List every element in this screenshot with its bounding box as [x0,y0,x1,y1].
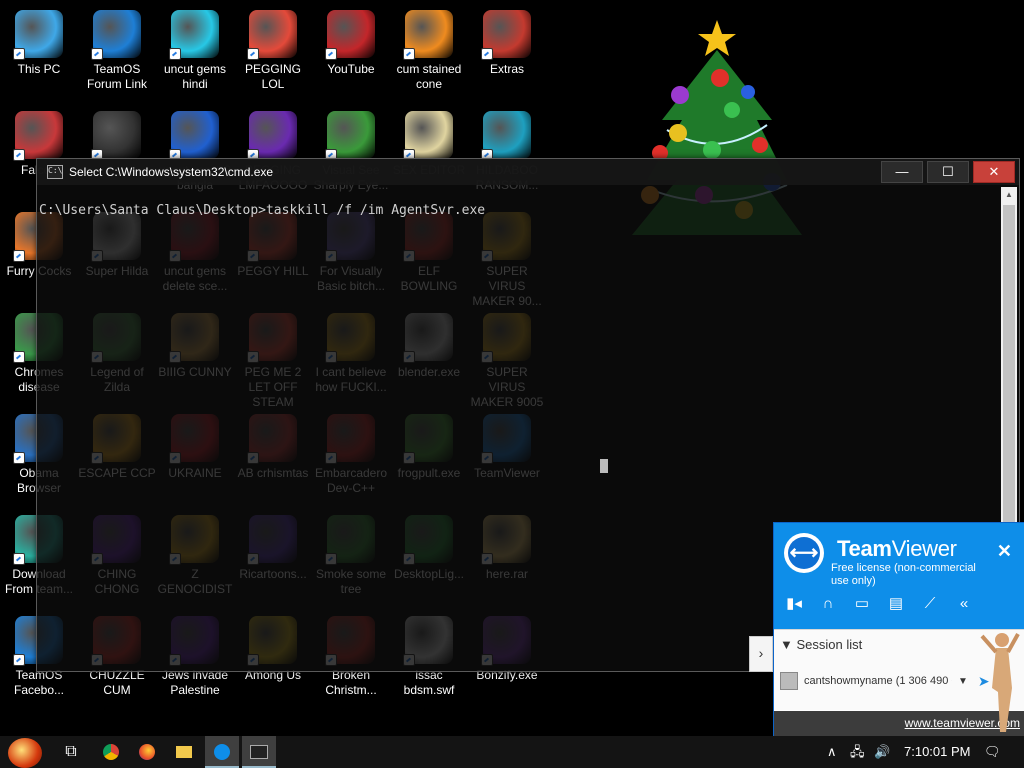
desktop-icon-label: TeamOS Forum Link [86,62,148,91]
desktop-icon[interactable]: PEGGING LOL [234,4,312,92]
collapse-icon[interactable]: « [954,594,974,614]
shortcut-arrow-icon [403,48,415,60]
teamviewer-taskbar-icon[interactable] [205,736,239,768]
video-icon[interactable]: ▮◂ [784,594,804,614]
text-cursor [600,459,608,473]
desktop-icon-image [91,10,141,60]
user-avatar-icon [780,672,798,690]
desktop-icon-image [13,111,63,161]
scroll-thumb[interactable] [1003,205,1015,525]
desktop-icon-image [169,111,219,161]
shortcut-arrow-icon [169,48,181,60]
file-explorer-icon[interactable] [167,736,201,768]
shortcut-arrow-icon [13,351,25,363]
chrome-icon[interactable] [94,736,128,768]
desktop-icon-image [13,10,63,60]
cmd-taskbar-icon[interactable] [242,736,276,768]
shortcut-arrow-icon [13,654,25,666]
shortcut-arrow-icon [13,553,25,565]
desktop-icon-label: Extras [489,62,524,76]
session-entry-name: cantshowmyname (1 306 490 6 [804,675,952,687]
taskbar: ⧉ ∧ 🖧 🔊 7:10:01 PM 🗨 [0,736,1024,768]
desktop-icon-label: CHUZZLE CUM [89,668,145,697]
cmd-title: Select C:\Windows\system32\cmd.exe [69,165,274,179]
license-text: Free license (non-commercial use only) [831,562,976,587]
desktop-icon-image [247,10,297,60]
cmd-title-bar[interactable]: C:\ Select C:\Windows\system32\cmd.exe —… [37,159,1019,185]
scroll-up-arrow-icon[interactable]: ▲ [1001,187,1017,203]
session-list-header[interactable]: ▼ Session list [780,637,862,652]
decorative-figure [980,633,1020,732]
shortcut-arrow-icon [13,250,25,262]
teamviewer-toolbar: ▮◂ ∩ ▭ ▤ ⟋ « [784,594,974,614]
start-button[interactable] [8,738,42,768]
desktop-icon-label: issac bdsm.swf [403,668,455,697]
dropdown-arrow-icon[interactable]: ▼ [958,676,968,687]
desktop-icon-label: Jews invade Palestine [161,668,229,697]
desktop-icon-label: uncut gems hindi [163,62,227,91]
desktop-icon-image [325,10,375,60]
teamviewer-close-button[interactable]: ✕ [997,541,1012,562]
headset-icon[interactable]: ∩ [818,594,838,614]
close-button[interactable]: ✕ [973,161,1015,183]
desktop-icon[interactable]: YouTube [312,4,390,77]
network-icon[interactable]: 🖧 [850,736,865,768]
desktop-icon-image [169,10,219,60]
desktop-icon-image [247,111,297,161]
teamviewer-brand: TeamViewer [837,536,957,561]
desktop-icon-image [481,10,531,60]
cmd-output[interactable]: C:\Users\Santa Claus\Desktop>taskkill /f… [39,203,485,218]
desktop-icon-label: This PC [17,62,61,76]
desktop-icon-label: PEGGING LOL [244,62,301,91]
desktop-icon-label: YouTube [327,62,375,76]
broom-icon[interactable]: ⟋ [920,594,940,614]
desktop-icon[interactable]: Extras [468,4,546,77]
tray-overflow-icon[interactable]: ∧ [827,736,837,768]
files-icon[interactable]: ▤ [886,594,906,614]
desktop-icon[interactable]: This PC [0,4,78,77]
shortcut-arrow-icon [13,149,25,161]
desktop-icon[interactable] [78,105,156,163]
teamviewer-logo-icon [784,533,824,573]
clock[interactable]: 7:10:01 PM [904,736,971,768]
desktop-icon[interactable]: uncut gems hindi [156,4,234,92]
shortcut-arrow-icon [13,48,25,60]
notifications-icon[interactable]: 🗨 [984,736,1001,768]
shortcut-arrow-icon [481,48,493,60]
firefox-icon[interactable] [130,736,164,768]
desktop-icon-image [403,111,453,161]
desktop-icon-label: TeamOS Facebo... [13,668,65,697]
shortcut-arrow-icon [91,48,103,60]
cmd-icon: C:\ [47,165,63,179]
desktop-icon-image [325,111,375,161]
task-view-icon[interactable]: ⧉ [54,736,88,768]
teamviewer-expand-toggle[interactable]: › [749,636,773,672]
desktop-icon[interactable]: cum stained cone [390,4,468,92]
desktop-icon[interactable]: TeamOS Forum Link [78,4,156,92]
desktop-icon-image [403,10,453,60]
desktop-icon-label: Broken Christm... [325,668,377,697]
shortcut-arrow-icon [13,452,25,464]
session-entry[interactable]: cantshowmyname (1 306 490 6 ▼ ➤ [780,670,1000,692]
shortcut-arrow-icon [247,48,259,60]
volume-icon[interactable]: 🔊 [874,736,890,768]
desktop-icon-label: cum stained cone [396,62,462,91]
maximize-button[interactable]: ☐ [927,161,969,183]
teamviewer-header: TeamViewer Free license (non-commercial … [774,523,1024,629]
shortcut-arrow-icon [325,48,337,60]
desktop-icon-image [481,111,531,161]
minimize-button[interactable]: — [881,161,923,183]
chat-icon[interactable]: ▭ [852,594,872,614]
desktop-icon-image [91,111,141,161]
